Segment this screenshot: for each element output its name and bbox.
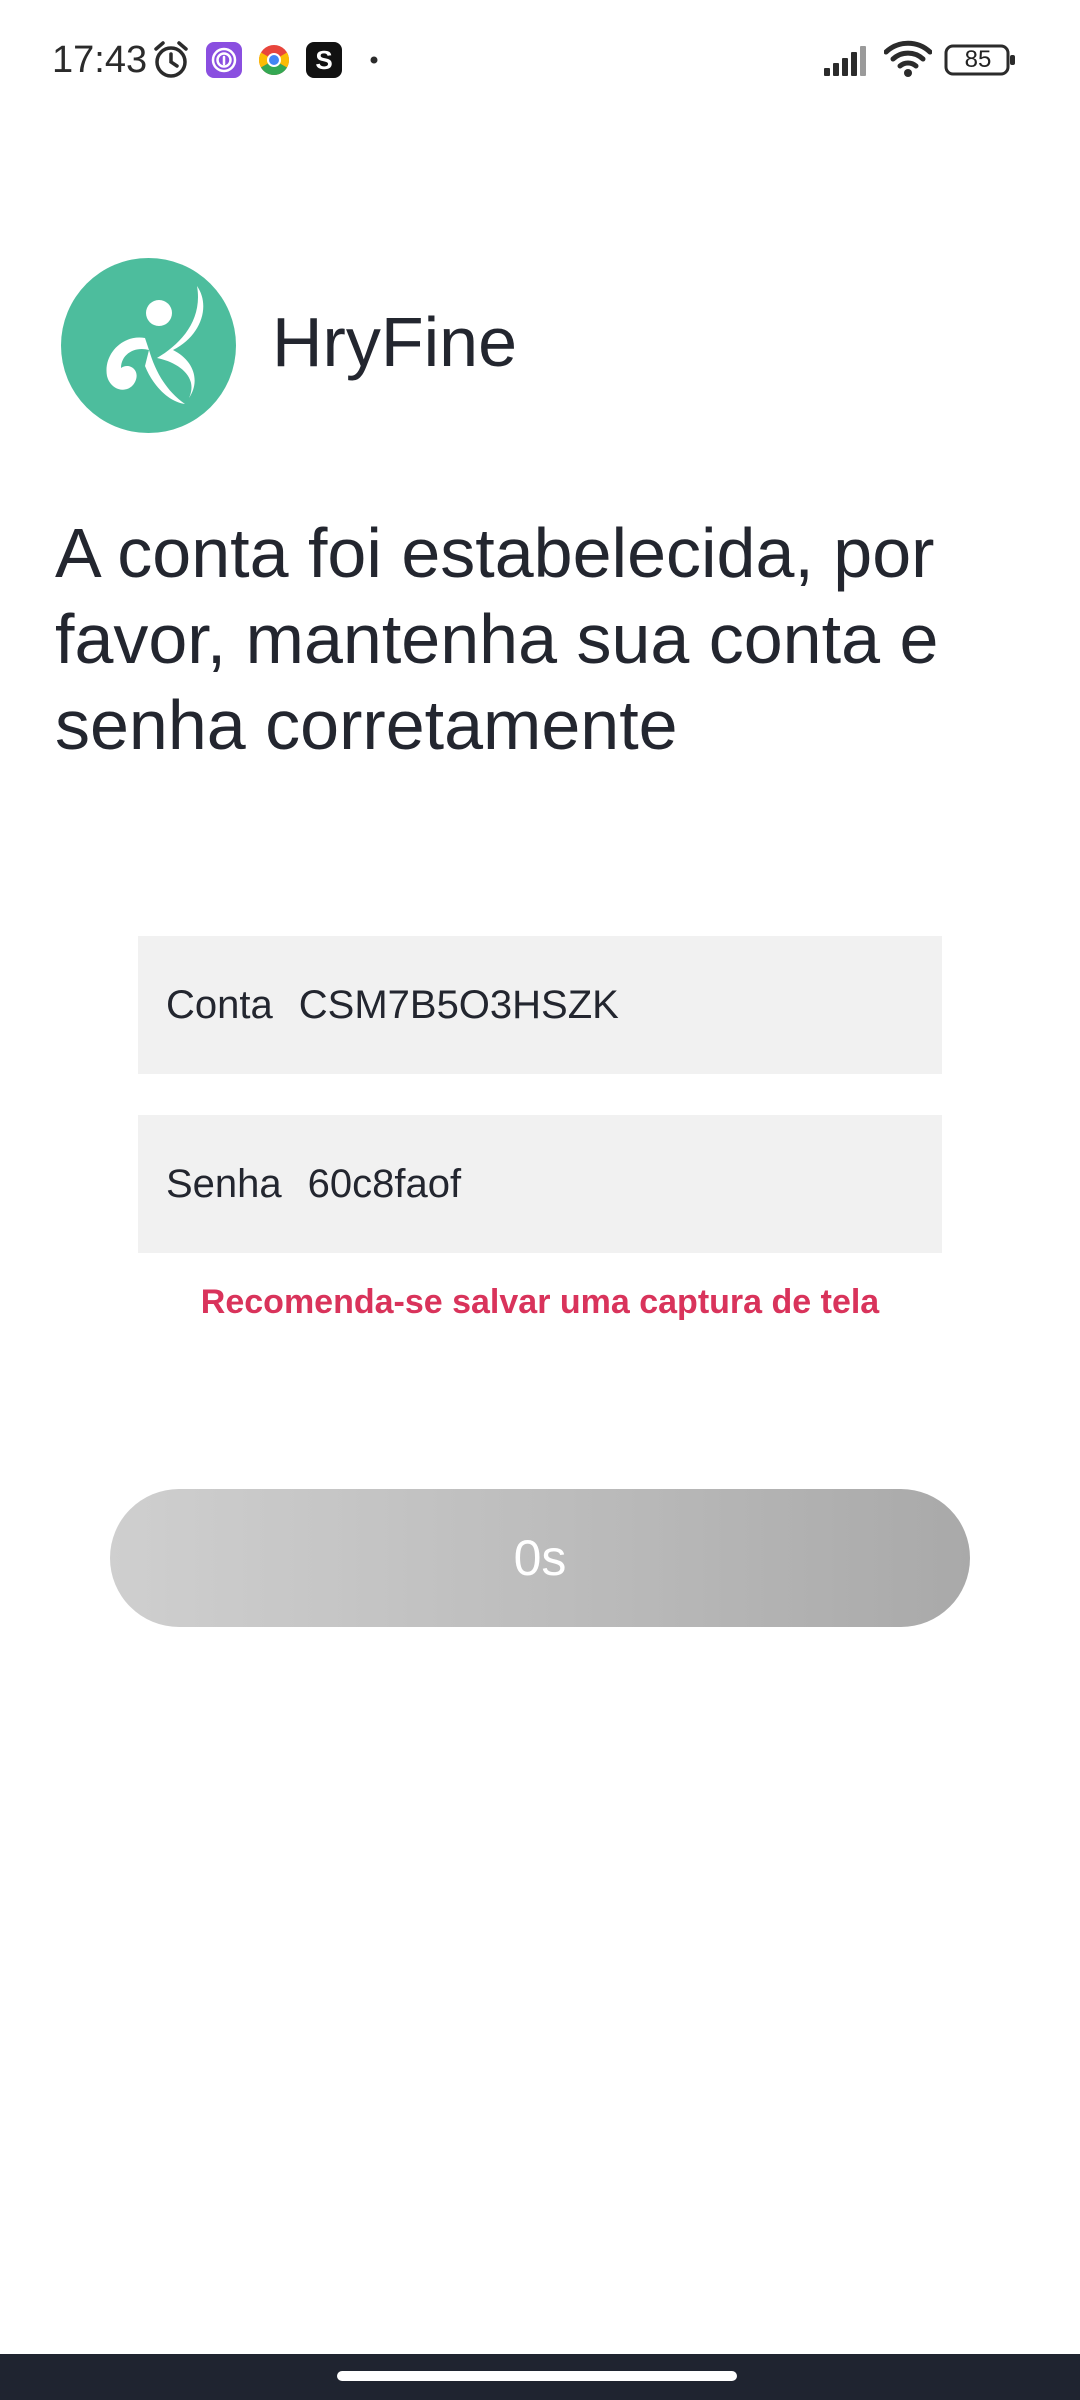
countdown-button[interactable]: 0s — [110, 1489, 970, 1627]
notification-dot-icon — [370, 56, 378, 64]
password-value: 60c8faof — [307, 1161, 462, 1206]
chrome-icon — [258, 45, 290, 76]
account-value: CSM7B5O3HSZK — [298, 982, 619, 1027]
signal-icon — [824, 46, 866, 76]
alarm-icon — [154, 41, 188, 78]
home-indicator[interactable] — [337, 2371, 737, 2381]
app-name: HryFine — [272, 303, 518, 381]
fingerprint-app-icon — [206, 42, 242, 78]
screenshot-warning: Recomenda-se salvar uma captura de tela — [200, 1283, 880, 1321]
status-time: 17:43 — [52, 39, 148, 81]
password-field: Senha 60c8faof — [138, 1115, 942, 1253]
navigation-bar — [0, 2354, 1080, 2400]
svg-text:S: S — [315, 45, 332, 75]
page-title: A conta foi estabelecida, por favor, man… — [55, 514, 939, 764]
password-label: Senha — [166, 1161, 282, 1206]
wifi-icon — [884, 40, 932, 77]
app-logo — [61, 258, 236, 433]
s-app-icon: S — [306, 42, 342, 78]
account-label: Conta — [166, 982, 273, 1027]
battery-level: 85 — [964, 46, 992, 73]
status-bar: 17:43 S 85 — [0, 0, 1080, 120]
account-field: Conta CSM7B5O3HSZK — [138, 936, 942, 1074]
